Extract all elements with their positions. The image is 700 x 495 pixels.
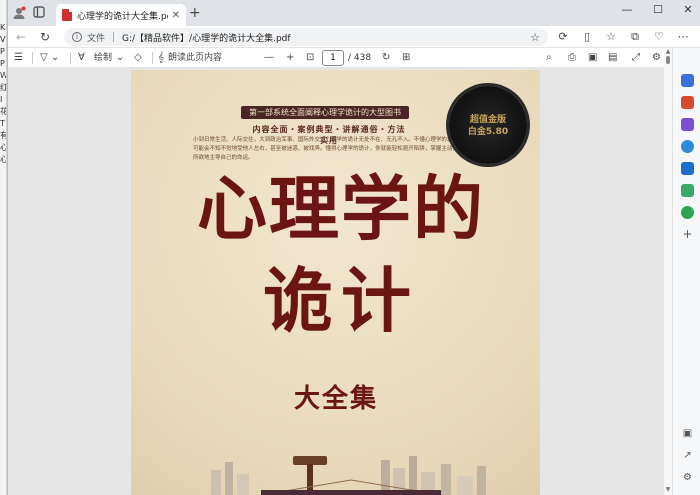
pdf-viewer[interactable]: 第一部系统全面阐释心理学诡计的大型图书 内容全面・案例典型・讲解通俗・方法实用 … <box>8 68 664 495</box>
tab-actions-icon[interactable] <box>32 6 46 20</box>
pdf-page: 第一部系统全面阐释心理学诡计的大型图书 内容全面・案例典型・讲解通俗・方法实用 … <box>131 70 540 495</box>
info-icon[interactable]: i <box>72 32 82 42</box>
close-icon[interactable]: ✕ <box>172 10 180 21</box>
draw-icon[interactable]: ∀ <box>78 51 85 65</box>
zoom-out-icon[interactable]: — <box>264 51 274 65</box>
more-icon[interactable]: ⋯ <box>676 30 690 44</box>
open-external-icon[interactable]: ↗ <box>681 450 694 461</box>
save-as-icon[interactable]: ▤ <box>608 51 617 65</box>
toolbar-divider <box>152 52 153 64</box>
page-number-input[interactable]: 1 <box>322 50 344 66</box>
maximize-icon[interactable]: ☐ <box>651 3 665 16</box>
office-icon[interactable] <box>681 140 694 153</box>
pdf-toolbar: ☰ ▽ ⌄ ∀ 绘制 ⌄ ◇ 𝄞 朗读此页内容 — + ⊡ 1 / 438 ↻ … <box>8 48 700 68</box>
background-window-char: 红 <box>0 82 6 94</box>
edge-sidebar: + ▣ ↗ ⚙ <box>672 48 700 495</box>
favorites-icon[interactable]: ☆ <box>604 30 618 44</box>
sidebar-layout-icon[interactable]: ▣ <box>681 428 694 439</box>
sidebar-gear-icon[interactable]: ⚙ <box>681 472 694 483</box>
browser-essentials-icon[interactable]: ♡ <box>652 30 666 44</box>
tag-icon[interactable] <box>681 74 694 87</box>
people-icon[interactable] <box>681 118 694 131</box>
cover-seal: 超值金版 白金5.80 <box>449 86 527 164</box>
background-window-char: 心 <box>0 142 6 154</box>
tab-bar: 心理学的诡计大全集.pdf ✕ + — ☐ ✕ <box>8 0 700 26</box>
pdf-file-icon <box>62 9 72 21</box>
print-icon[interactable]: ⎙ <box>568 51 576 65</box>
gear-icon[interactable]: ⚙ <box>652 51 661 65</box>
fit-page-icon[interactable]: ⊡ <box>306 51 314 65</box>
skyline-illustration <box>211 456 486 495</box>
cover-title-line1: 心理学的 <box>197 167 485 250</box>
scroll-up-icon[interactable]: ▲ <box>664 48 672 55</box>
fullscreen-icon[interactable]: ⤢ <box>632 51 640 65</box>
seal-text: 超值金版 白金5.80 <box>467 115 509 137</box>
background-window-char: K <box>0 23 6 32</box>
games-icon[interactable] <box>681 206 694 219</box>
save-icon[interactable]: ▣ <box>588 51 597 65</box>
outlook-icon[interactable] <box>681 162 694 175</box>
tab-title: 心理学的诡计大全集.pdf <box>77 11 168 22</box>
read-aloud-label[interactable]: 朗读此页内容 <box>168 51 222 65</box>
background-window-char: P <box>0 47 5 56</box>
shopping-icon[interactable] <box>681 184 694 197</box>
new-tab-button[interactable]: + <box>189 5 201 21</box>
page-total: / 438 <box>348 53 372 63</box>
rotate-icon[interactable]: ↻ <box>382 51 390 65</box>
toolbar-divider <box>32 52 33 64</box>
profile-icon[interactable] <box>12 6 26 20</box>
vertical-scrollbar[interactable]: ▲ ▼ <box>664 48 672 495</box>
background-window-char: P <box>0 59 5 68</box>
collections-icon[interactable]: ⧉ <box>628 30 642 44</box>
page-view-icon[interactable]: ⊞ <box>402 51 410 65</box>
favorite-star-icon[interactable]: ☆ <box>530 31 540 44</box>
background-window-strip: KVPPW红I花T有心心 <box>0 0 7 495</box>
omnibox-divider <box>113 32 115 42</box>
address-bar: ← ↻ i 文件 G:/【精品软件】/心理学的诡计大全集.pdf ☆ ⟳ ▯ ☆… <box>8 26 700 48</box>
toolbar-divider <box>70 52 71 64</box>
cover-paragraph: 小到日常生活、人际交往，大到政治军事、国际外交，心理学的诡计无处不在、无孔不入。… <box>193 137 469 161</box>
search-icon[interactable]: ⌕ <box>546 51 552 65</box>
tab-pdf[interactable]: 心理学的诡计大全集.pdf ✕ <box>56 4 186 26</box>
background-window-char: I <box>0 95 3 104</box>
scroll-thumb[interactable] <box>666 56 670 64</box>
background-window-char: T <box>0 119 5 128</box>
add-icon[interactable]: + <box>681 228 694 241</box>
back-icon[interactable]: ← <box>14 30 28 44</box>
browser-window: 心理学的诡计大全集.pdf ✕ + — ☐ ✕ ← ↻ i 文件 G:/【精品软… <box>7 0 700 495</box>
zoom-in-icon[interactable]: + <box>286 51 294 65</box>
toolbox-icon[interactable] <box>681 96 694 109</box>
cover-title-line3: 大全集 <box>293 384 378 414</box>
url-text[interactable]: G:/【精品软件】/心理学的诡计大全集.pdf <box>122 31 530 44</box>
chevron-down-icon[interactable]: ⌄ <box>116 51 124 65</box>
read-aloud-icon[interactable]: 𝄞 <box>158 51 164 65</box>
split-screen-icon[interactable]: ▯ <box>580 30 594 44</box>
contents-icon[interactable]: ☰ <box>14 51 23 65</box>
background-window-char: 有 <box>0 130 6 142</box>
eraser-icon[interactable]: ◇ <box>134 51 142 65</box>
window-close-icon[interactable]: ✕ <box>681 3 695 16</box>
background-window-char: W <box>0 70 6 82</box>
file-label: 文件 <box>87 33 106 44</box>
omnibox[interactable]: i 文件 G:/【精品软件】/心理学的诡计大全集.pdf ☆ <box>64 28 548 46</box>
highlight-icon[interactable]: ▽ ⌄ <box>40 51 59 65</box>
background-window-char: 花 <box>0 106 6 118</box>
cover-banner: 第一部系统全面阐释心理学诡计的大型图书 <box>241 106 409 119</box>
refresh-icon[interactable]: ↻ <box>38 30 52 44</box>
extension-icon[interactable]: ⟳ <box>556 30 570 44</box>
background-window-char: 心 <box>0 154 6 166</box>
background-window-char: V <box>0 35 6 44</box>
cover-title-line2: 诡计 <box>263 259 419 342</box>
draw-label[interactable]: 绘制 <box>94 51 112 65</box>
minimize-icon[interactable]: — <box>620 3 634 16</box>
scroll-down-icon[interactable]: ▼ <box>664 486 672 493</box>
